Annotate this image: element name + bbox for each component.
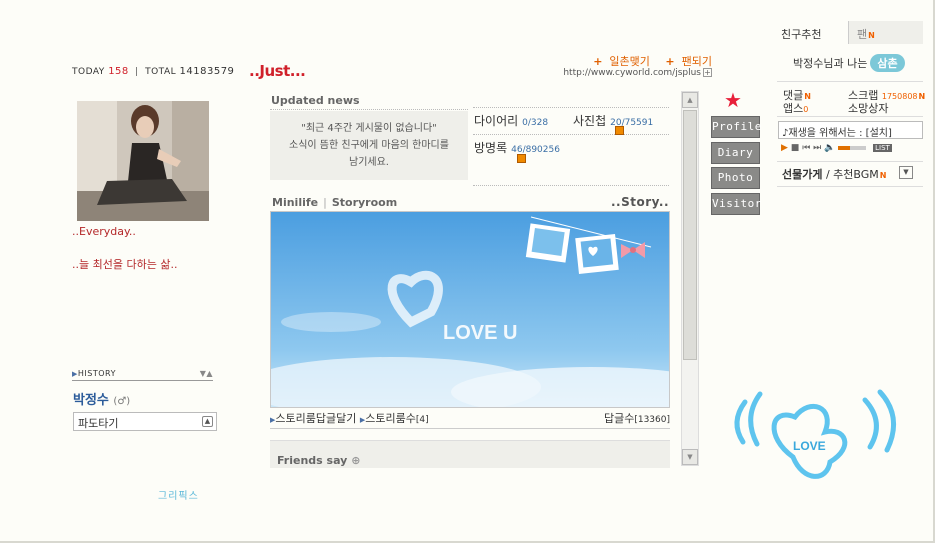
news-divider	[270, 109, 468, 110]
main-scrollbar[interactable]: ▲ ▼	[681, 91, 699, 466]
tab-diary[interactable]: Diary	[711, 142, 760, 164]
wave-ride-select[interactable]: 파도타기 ▲	[73, 412, 217, 431]
page-title: ..Just...	[249, 62, 306, 80]
storyroom-footer: ▶스토리룸답글달기 ▶스토리룸수[4] 답글수[13360]	[270, 410, 670, 429]
news-empty-line2: 소식이 뜸한 친구에게 마음의 한마디를	[289, 140, 449, 151]
tab-minilife[interactable]: Minilife	[272, 196, 318, 209]
profile-photo	[77, 101, 209, 221]
diary-label: 다이어리	[474, 114, 519, 128]
tab-profile[interactable]: Profile	[711, 116, 761, 138]
footer-logo: 그리픽스	[158, 491, 199, 502]
owner-name[interactable]: 박정수 (♂)	[73, 389, 130, 408]
profile-motto: ..늘 최선을 다하는 삶..	[72, 258, 178, 271]
history-header[interactable]: ▶HISTORY ▼▲	[72, 369, 213, 381]
reply-count: 답글수[13360]	[604, 410, 670, 426]
right-divider-4	[777, 186, 923, 187]
love-heart-art: LOVE	[715, 382, 915, 498]
scroll-down-icon[interactable]: ▼	[682, 449, 698, 465]
become-fan-label: 팬되기	[681, 55, 712, 68]
love-art-text: LOVE	[793, 439, 826, 453]
story-reply-label: 스토리룸답글달기	[275, 412, 357, 425]
menu-wishbox[interactable]: 소망상자	[848, 100, 888, 116]
playlist-button[interactable]: LIST	[873, 144, 892, 152]
story-count-label: 스토리룸수	[365, 412, 416, 425]
gift-shop-link[interactable]: 선물가게 / 추천BGMN	[782, 166, 887, 182]
right-divider-2	[777, 116, 923, 117]
apps-label: 앱스	[783, 102, 804, 115]
become-fan-link[interactable]: + 팬되기	[659, 55, 712, 68]
chevron-down-icon[interactable]: ▼	[899, 166, 913, 179]
history-label: HISTORY	[77, 369, 116, 378]
story-count-value: [4]	[415, 415, 429, 425]
news-empty-line1: "최근 4주간 게시물이 없습니다"	[301, 123, 437, 134]
scroll-thumb[interactable]	[683, 110, 697, 360]
wave-ride-value: 파도타기	[78, 417, 119, 430]
menu-apps[interactable]: 앱스0	[783, 100, 808, 116]
volume-slider[interactable]	[838, 145, 867, 150]
new-photo-icon	[615, 126, 624, 135]
diary-count: 0/328	[522, 118, 549, 128]
add-friend-link[interactable]: + 일촌맺기	[587, 55, 650, 68]
url-text: http://www.cyworld.com/jsplus	[563, 68, 701, 78]
tab-storyroom[interactable]: Storyroom	[332, 196, 397, 209]
home-url[interactable]: http://www.cyworld.com/jsplus +	[563, 68, 712, 78]
friends-say-box: Friends say ⊕	[270, 440, 670, 468]
photo-label: 사진첩	[573, 114, 607, 128]
story-label[interactable]: ..Story..	[611, 195, 669, 209]
diary-stat[interactable]: 다이어리 0/328	[474, 112, 548, 129]
next-icon[interactable]: ⏭	[813, 143, 821, 153]
recommend-bgm-label: / 추천BGM	[825, 168, 879, 181]
total-label: TOTAL	[145, 67, 177, 77]
today-label: TODAY	[72, 67, 105, 77]
story-reply-link[interactable]: ▶스토리룸답글달기	[270, 412, 356, 425]
profile-caption: ..Everyday..	[72, 225, 136, 238]
visit-counter: TODAY 158 | TOTAL 14183579	[72, 66, 235, 77]
minilife-tabs: Minilife | Storyroom	[272, 196, 398, 209]
guestbook-label: 방명록	[474, 141, 508, 155]
news-empty-box: "최근 4주간 게시물이 없습니다" 소식이 뜸한 친구에게 마음의 한마디를 …	[270, 111, 468, 180]
right-divider-1	[777, 81, 923, 82]
news-empty-line3: 남기세요.	[349, 157, 389, 168]
add-friend-label: 일촌맺기	[609, 55, 650, 68]
tab-friend-recommend[interactable]: 친구추천	[772, 21, 848, 44]
relation-badge: 삼촌	[870, 54, 905, 72]
updated-news-label: Updated news	[271, 94, 360, 107]
menu-stats: 다이어리 0/328 사진첩 20/75591 방명록 46/890256	[473, 107, 669, 186]
bgm-player: ▶ ■ ⏮ ⏭ 🔈 LIST	[781, 143, 892, 153]
stop-icon[interactable]: ■	[791, 143, 800, 153]
tab-fan[interactable]: 팬N	[848, 21, 923, 44]
new-guestbook-icon	[517, 154, 526, 163]
gift-shop-label: 선물가게	[782, 168, 823, 181]
fan-tab-label: 팬	[857, 28, 868, 41]
friends-say-label: Friends say	[277, 454, 348, 467]
relation-text: 박정수님과 나는	[793, 57, 868, 70]
love-u-text: LOVE U	[443, 322, 517, 344]
apps-count: 0	[803, 105, 809, 114]
tab-photo[interactable]: Photo	[711, 167, 760, 189]
bgm-notice[interactable]: ♪재생을 위해서는 : [설치]	[778, 121, 923, 139]
total-count: 14183579	[179, 66, 235, 77]
story-count-link[interactable]: ▶스토리룸수[4]	[360, 412, 429, 425]
right-panel-tabs: 친구추천 팬N	[772, 21, 923, 44]
prev-icon[interactable]: ⏮	[802, 143, 810, 153]
top-links: + 일촌맺기 + 팬되기	[581, 53, 712, 69]
play-icon[interactable]: ▶	[781, 143, 788, 153]
owner-gender: (♂)	[113, 396, 131, 407]
right-divider-3	[777, 161, 923, 162]
reply-count-label: 답글수	[603, 412, 635, 425]
tab-visitor[interactable]: Visitor	[711, 193, 761, 215]
scroll-up-icon[interactable]: ▲	[682, 92, 698, 108]
reply-count-value: [13360]	[634, 415, 670, 425]
relation-info: 박정수님과 나는 삼촌	[793, 54, 905, 72]
history-toggle-icon[interactable]: ▼▲	[200, 369, 213, 378]
today-count: 158	[108, 66, 129, 77]
chevron-up-icon[interactable]: ▲	[202, 416, 213, 427]
url-plus-icon[interactable]: +	[703, 68, 712, 77]
friends-say-icon[interactable]: ⊕	[351, 454, 360, 467]
volume-icon: 🔈	[824, 143, 836, 153]
photo-stat[interactable]: 사진첩 20/75591	[573, 112, 653, 129]
owner-name-text: 박정수	[73, 393, 109, 408]
star-icon: ★	[724, 88, 742, 112]
storyroom-image: LOVE U	[270, 211, 670, 408]
